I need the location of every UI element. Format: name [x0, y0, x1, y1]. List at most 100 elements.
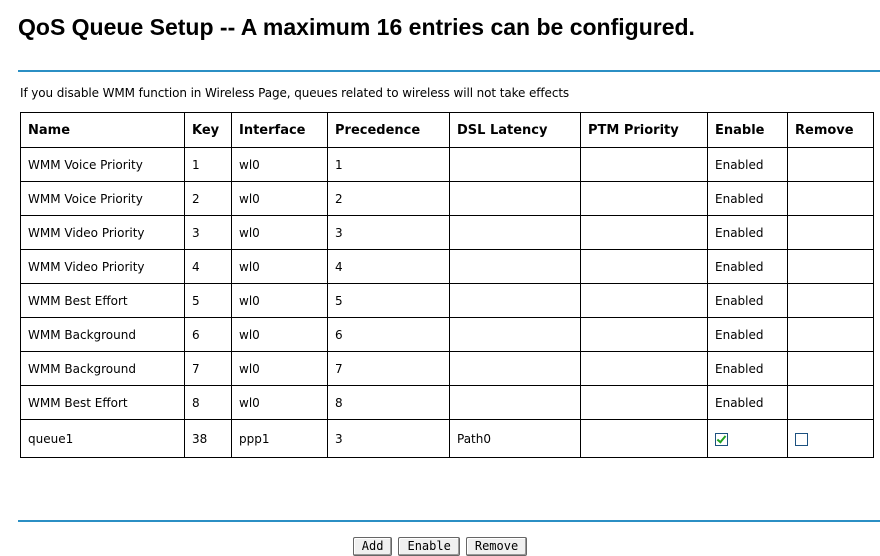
cell-remove: [787, 317, 874, 352]
cell-precedence: 4: [327, 249, 450, 284]
cell-interface: wl0: [231, 283, 328, 318]
cell-name: WMM Video Priority: [20, 215, 185, 250]
cell-ptm-priority: [580, 419, 708, 458]
cell-name: WMM Video Priority: [20, 249, 185, 284]
table-row: WMM Video Priority 3 wl0 3 Enabled: [20, 215, 874, 250]
cell-key: 3: [184, 215, 232, 250]
cell-remove: [787, 351, 874, 386]
cell-remove: [787, 385, 874, 420]
cell-remove: [787, 419, 874, 458]
cell-key: 6: [184, 317, 232, 352]
cell-enable: [707, 419, 788, 458]
table-row: WMM Background 7 wl0 7 Enabled: [20, 351, 874, 386]
cell-precedence: 7: [327, 351, 450, 386]
cell-key: 8: [184, 385, 232, 420]
enable-button[interactable]: Enable: [398, 537, 460, 556]
cell-dsl-latency: [449, 351, 581, 386]
cell-interface: ppp1: [231, 419, 328, 458]
cell-precedence: 2: [327, 181, 450, 216]
table-row: WMM Video Priority 4 wl0 4 Enabled: [20, 249, 874, 284]
cell-key: 4: [184, 249, 232, 284]
table-header-row: Name Key Interface Precedence DSL Latenc…: [20, 112, 874, 148]
cell-dsl-latency: [449, 249, 581, 284]
cell-dsl-latency: [449, 147, 581, 182]
cell-key: 7: [184, 351, 232, 386]
cell-enable: Enabled: [707, 215, 788, 250]
cell-ptm-priority: [580, 249, 708, 284]
cell-name: WMM Background: [20, 317, 185, 352]
cell-dsl-latency: [449, 317, 581, 352]
cell-interface: wl0: [231, 385, 328, 420]
cell-ptm-priority: [580, 181, 708, 216]
cell-enable: Enabled: [707, 249, 788, 284]
cell-name: queue1: [20, 419, 185, 458]
bottom-divider: [18, 520, 880, 522]
header-dsl-latency: DSL Latency: [449, 112, 581, 148]
qos-queue-table: Name Key Interface Precedence DSL Latenc…: [20, 112, 874, 458]
cell-name: WMM Voice Priority: [20, 181, 185, 216]
cell-precedence: 5: [327, 283, 450, 318]
cell-ptm-priority: [580, 385, 708, 420]
table-row: queue1 38 ppp1 3 Path0: [20, 419, 874, 458]
add-button[interactable]: Add: [352, 537, 393, 556]
cell-dsl-latency: [449, 215, 581, 250]
cell-dsl-latency: [449, 385, 581, 420]
cell-precedence: 8: [327, 385, 450, 420]
header-enable: Enable: [707, 112, 788, 148]
cell-name: WMM Best Effort: [20, 385, 185, 420]
cell-interface: wl0: [231, 249, 328, 284]
header-key: Key: [184, 112, 232, 148]
cell-interface: wl0: [231, 181, 328, 216]
cell-key: 2: [184, 181, 232, 216]
cell-enable: Enabled: [707, 283, 788, 318]
header-precedence: Precedence: [327, 112, 450, 148]
cell-name: WMM Voice Priority: [20, 147, 185, 182]
cell-ptm-priority: [580, 147, 708, 182]
cell-ptm-priority: [580, 317, 708, 352]
cell-remove: [787, 147, 874, 182]
cell-remove: [787, 215, 874, 250]
cell-enable: Enabled: [707, 147, 788, 182]
header-name: Name: [20, 112, 185, 148]
cell-dsl-latency: [449, 283, 581, 318]
cell-interface: wl0: [231, 351, 328, 386]
table-row: WMM Best Effort 5 wl0 5 Enabled: [20, 283, 874, 318]
cell-dsl-latency: [449, 181, 581, 216]
cell-key: 1: [184, 147, 232, 182]
cell-interface: wl0: [231, 147, 328, 182]
cell-key: 5: [184, 283, 232, 318]
cell-enable: Enabled: [707, 181, 788, 216]
top-divider: [18, 70, 880, 72]
cell-precedence: 1: [327, 147, 450, 182]
cell-enable: Enabled: [707, 385, 788, 420]
cell-remove: [787, 283, 874, 318]
header-interface: Interface: [231, 112, 328, 148]
action-buttons: Add Enable Remove: [0, 537, 880, 556]
cell-interface: wl0: [231, 317, 328, 352]
cell-interface: wl0: [231, 215, 328, 250]
cell-precedence: 3: [327, 419, 450, 458]
table-row: WMM Best Effort 8 wl0 8 Enabled: [20, 385, 874, 420]
cell-precedence: 6: [327, 317, 450, 352]
cell-remove: [787, 181, 874, 216]
remove-button[interactable]: Remove: [465, 537, 528, 556]
cell-name: WMM Best Effort: [20, 283, 185, 318]
cell-enable: Enabled: [707, 351, 788, 386]
cell-name: WMM Background: [20, 351, 185, 386]
page-title: QoS Queue Setup -- A maximum 16 entries …: [18, 14, 695, 40]
cell-dsl-latency: Path0: [449, 419, 581, 458]
cell-enable: Enabled: [707, 317, 788, 352]
header-ptm-priority: PTM Priority: [580, 112, 708, 148]
wmm-note: If you disable WMM function in Wireless …: [20, 86, 570, 100]
cell-ptm-priority: [580, 351, 708, 386]
cell-ptm-priority: [580, 283, 708, 318]
remove-checkbox[interactable]: [795, 433, 808, 446]
table-row: WMM Voice Priority 1 wl0 1 Enabled: [20, 147, 874, 182]
table-row: WMM Voice Priority 2 wl0 2 Enabled: [20, 181, 874, 216]
cell-ptm-priority: [580, 215, 708, 250]
table-row: WMM Background 6 wl0 6 Enabled: [20, 317, 874, 352]
enable-checkbox[interactable]: [715, 433, 728, 446]
cell-precedence: 3: [327, 215, 450, 250]
header-remove: Remove: [787, 112, 874, 148]
cell-remove: [787, 249, 874, 284]
